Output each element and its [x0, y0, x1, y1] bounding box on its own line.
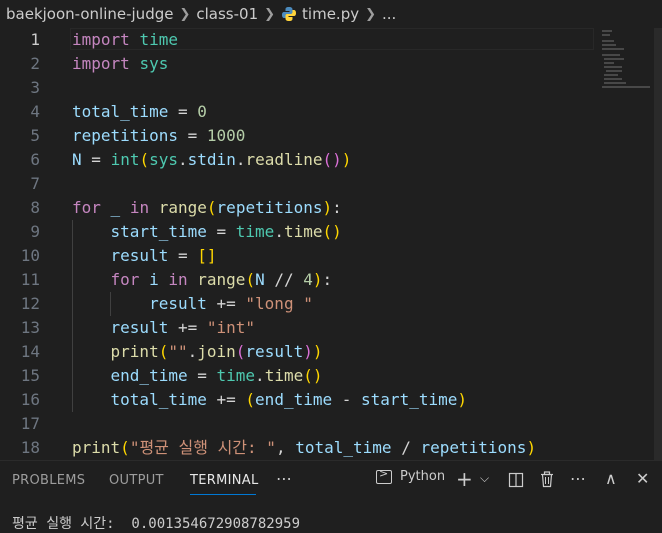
chevron-right-icon: ❯: [264, 6, 276, 22]
line-number: 7: [30, 174, 40, 193]
line-number: 12: [20, 294, 40, 313]
line-number: 15: [20, 366, 40, 385]
breadcrumb-more[interactable]: ...: [382, 5, 396, 23]
line-number: 14: [20, 342, 40, 361]
breadcrumb-folder-root[interactable]: baekjoon-online-judge: [6, 5, 173, 23]
minimap-line: [602, 40, 614, 42]
line-number: 16: [20, 390, 40, 409]
minimap-line: [602, 48, 624, 50]
active-tab-indicator: [190, 494, 256, 495]
editor-scrollbar[interactable]: [654, 28, 662, 460]
code-line[interactable]: 14 print("".join(result)): [0, 340, 596, 364]
code-line[interactable]: 16 total_time += (end_time - start_time): [0, 388, 596, 412]
minimap-line: [602, 30, 612, 32]
line-number: 3: [30, 78, 40, 97]
code-line[interactable]: 13 result += "int": [0, 316, 596, 340]
breadcrumb: baekjoon-online-judge ❯ class-01 ❯ time.…: [0, 0, 662, 28]
code-line[interactable]: 8 for _ in range(repetitions):: [0, 196, 596, 220]
panel-header: PROBLEMS OUTPUT TERMINAL ⋯ Python + ⌵ ⋯ …: [0, 461, 662, 499]
close-panel-icon[interactable]: ✕: [636, 469, 649, 488]
line-number: 8: [30, 198, 40, 217]
chevron-right-icon: ❯: [365, 6, 376, 22]
line-number: 18: [20, 438, 40, 457]
minimap-line: [606, 70, 622, 72]
code-line[interactable]: 12 result += "long ": [0, 292, 596, 316]
line-number: 11: [20, 270, 40, 289]
trash-icon[interactable]: [539, 471, 555, 488]
minimap-line: [604, 82, 626, 84]
code-line[interactable]: 5 repetitions = 1000: [0, 124, 596, 148]
chevron-right-icon: ❯: [179, 6, 191, 22]
line-number: 9: [30, 222, 40, 241]
split-terminal-icon[interactable]: [508, 472, 524, 488]
terminal-select-button[interactable]: Python: [376, 467, 446, 484]
add-terminal-icon[interactable]: +: [456, 467, 473, 491]
minimap-line: [604, 66, 622, 68]
code-line[interactable]: 3: [0, 76, 596, 100]
chevron-down-icon[interactable]: ⌵: [480, 471, 489, 486]
maximize-panel-icon[interactable]: ∧: [605, 469, 617, 488]
minimap-line: [604, 78, 622, 80]
tab-problems[interactable]: PROBLEMS: [12, 473, 85, 488]
terminal-icon: [376, 467, 392, 484]
more-actions-icon[interactable]: ⋯: [570, 469, 586, 488]
code-editor[interactable]: 1 import time 2 import sys 3 4 total_tim…: [0, 28, 662, 460]
code-line[interactable]: 15 end_time = time.time(): [0, 364, 596, 388]
tab-output[interactable]: OUTPUT: [109, 473, 164, 488]
code-line[interactable]: 2 import sys: [0, 52, 596, 76]
tab-terminal[interactable]: TERMINAL: [190, 473, 259, 488]
code-line[interactable]: 11 for i in range(N // 4):: [0, 268, 596, 292]
breadcrumb-file[interactable]: time.py: [302, 5, 359, 23]
minimap-line: [602, 86, 650, 88]
minimap-line: [604, 62, 614, 64]
code-line[interactable]: 10 result = []: [0, 244, 596, 268]
terminal-label: Python: [400, 469, 446, 484]
code-line[interactable]: 18 print("평균 실행 시간: ", total_time / repe…: [0, 436, 596, 460]
minimap-line: [602, 34, 610, 36]
python-file-icon: [282, 7, 297, 21]
minimap-line: [604, 58, 624, 60]
breadcrumb-folder-class[interactable]: class-01: [196, 5, 258, 23]
more-tabs-button[interactable]: ⋯: [276, 469, 292, 488]
terminal-output[interactable]: 평균 실행 시간: 0.001354672908782959: [12, 513, 300, 533]
code-line[interactable]: 17: [0, 412, 596, 436]
code-line[interactable]: 1 import time: [0, 28, 596, 52]
line-number: 13: [20, 318, 40, 337]
line-number: 10: [20, 246, 40, 265]
line-number: 5: [30, 126, 40, 145]
line-number: 1: [30, 30, 40, 49]
line-number: 17: [20, 414, 40, 433]
code-line[interactable]: 4 total_time = 0: [0, 100, 596, 124]
line-number: 4: [30, 102, 40, 121]
minimap-line: [604, 74, 618, 76]
minimap-line: [602, 54, 620, 56]
minimap-line: [602, 44, 616, 46]
code-line[interactable]: 7: [0, 172, 596, 196]
code-line[interactable]: 9 start_time = time.time(): [0, 220, 596, 244]
minimap[interactable]: [600, 28, 654, 88]
code-line[interactable]: 6 N = int(sys.stdin.readline()): [0, 148, 596, 172]
line-number: 6: [30, 150, 40, 169]
line-number: 2: [30, 54, 40, 73]
